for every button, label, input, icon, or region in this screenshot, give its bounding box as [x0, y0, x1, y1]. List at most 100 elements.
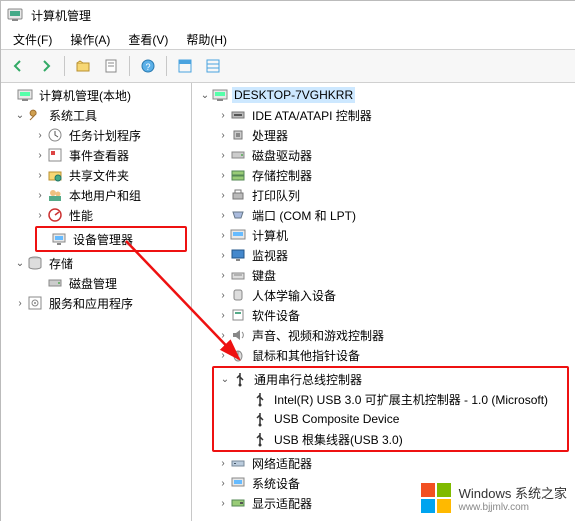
twisty-collapsed[interactable]: ›	[33, 210, 47, 221]
twisty-collapsed[interactable]: ›	[216, 458, 230, 469]
twisty-collapsed[interactable]: ›	[216, 250, 230, 261]
toolbar-separator	[166, 56, 167, 76]
task-scheduler-label: 任务计划程序	[67, 127, 143, 144]
cat-sound[interactable]: › 声音、视频和游戏控制器	[192, 325, 575, 345]
twisty-collapsed[interactable]: ›	[216, 498, 230, 509]
twisty-expanded[interactable]: ⌄	[13, 258, 27, 269]
device-manager-highlight: › 设备管理器	[35, 226, 187, 252]
clock-icon	[47, 127, 63, 143]
cat-print-queues[interactable]: › 打印队列	[192, 185, 575, 205]
right-tree[interactable]: ⌄ DESKTOP-7VGHKRR › IDE ATA/ATAPI 控制器 › …	[192, 83, 575, 521]
hid-icon	[230, 287, 246, 303]
wrench-icon	[27, 107, 43, 123]
twisty-collapsed[interactable]: ›	[216, 270, 230, 281]
cat-mice-label: 鼠标和其他指针设备	[250, 347, 362, 364]
usb-highlight: ⌄ 通用串行总线控制器 Intel(R) USB 3.0 可扩展主机控制器 - …	[212, 366, 569, 452]
disk-management[interactable]: › 磁盘管理	[1, 273, 191, 293]
cat-monitors[interactable]: › 监视器	[192, 245, 575, 265]
up-level-button[interactable]	[70, 54, 96, 78]
event-viewer[interactable]: › 事件查看器	[1, 145, 191, 165]
menu-help[interactable]: 帮助(H)	[178, 30, 235, 49]
device-manager[interactable]: › 设备管理器	[37, 229, 185, 249]
window-title: 计算机管理	[29, 7, 93, 24]
twisty-collapsed[interactable]: ›	[216, 310, 230, 321]
cat-usb[interactable]: ⌄ 通用串行总线控制器	[214, 369, 567, 389]
speaker-icon	[230, 327, 246, 343]
compmgmt-icon	[7, 7, 23, 23]
usb-intel[interactable]: Intel(R) USB 3.0 可扩展主机控制器 - 1.0 (Microso…	[214, 389, 567, 409]
system-tools[interactable]: ⌄ 系统工具	[1, 105, 191, 125]
cat-sys-dev[interactable]: › 系统设备	[192, 473, 575, 493]
nav-back-button[interactable]	[5, 54, 31, 78]
cat-software-dev[interactable]: › 软件设备	[192, 305, 575, 325]
computer-icon	[17, 87, 33, 103]
twisty-collapsed[interactable]: ›	[216, 170, 230, 181]
twisty-collapsed[interactable]: ›	[216, 110, 230, 121]
toolbar: ?	[1, 49, 575, 83]
twisty-collapsed[interactable]: ›	[216, 230, 230, 241]
toolbar-separator	[64, 56, 65, 76]
usb-composite-label: USB Composite Device	[272, 412, 401, 426]
help-button[interactable]: ?	[135, 54, 161, 78]
cat-software-dev-label: 软件设备	[250, 307, 302, 324]
cat-sound-label: 声音、视频和游戏控制器	[250, 327, 386, 344]
twisty-collapsed[interactable]: ›	[216, 330, 230, 341]
properties-button[interactable]	[98, 54, 124, 78]
services-apps-label: 服务和应用程序	[47, 295, 135, 312]
menu-view[interactable]: 查看(V)	[120, 30, 176, 49]
usb-root-hub[interactable]: USB 根集线器(USB 3.0)	[214, 429, 567, 449]
cat-ports[interactable]: › 端口 (COM 和 LPT)	[192, 205, 575, 225]
cat-cpu[interactable]: › 处理器	[192, 125, 575, 145]
task-scheduler[interactable]: › 任务计划程序	[1, 125, 191, 145]
cat-display[interactable]: › 显示适配器	[192, 493, 575, 513]
usb-composite[interactable]: USB Composite Device	[214, 409, 567, 429]
svg-text:?: ?	[145, 62, 150, 72]
shared-folders-label: 共享文件夹	[67, 167, 131, 184]
twisty-collapsed[interactable]: ›	[216, 210, 230, 221]
storage-label: 存储	[47, 255, 75, 272]
twisty-collapsed[interactable]: ›	[216, 478, 230, 489]
twisty-collapsed[interactable]: ›	[33, 170, 47, 181]
cat-sys-dev-label: 系统设备	[250, 475, 302, 492]
cat-hid[interactable]: › 人体学输入设备	[192, 285, 575, 305]
mouse-icon	[230, 347, 246, 363]
cat-keyboards[interactable]: › 键盘	[192, 265, 575, 285]
view-button-1[interactable]	[172, 54, 198, 78]
twisty-collapsed[interactable]: ›	[33, 190, 47, 201]
users-icon	[47, 187, 63, 203]
cat-storage-ctrl[interactable]: › 存储控制器	[192, 165, 575, 185]
twisty-collapsed[interactable]: ›	[216, 290, 230, 301]
menu-file[interactable]: 文件(F)	[5, 30, 60, 49]
cat-mice[interactable]: › 鼠标和其他指针设备	[192, 345, 575, 365]
devmgr-root[interactable]: ⌄ DESKTOP-7VGHKRR	[192, 85, 575, 105]
shared-folders[interactable]: › 共享文件夹	[1, 165, 191, 185]
local-users[interactable]: › 本地用户和组	[1, 185, 191, 205]
menu-action[interactable]: 操作(A)	[62, 30, 118, 49]
keyboard-icon	[230, 267, 246, 283]
storage[interactable]: ⌄ 存储	[1, 253, 191, 273]
twisty-collapsed[interactable]: ›	[216, 190, 230, 201]
twisty-collapsed[interactable]: ›	[216, 150, 230, 161]
twisty-expanded[interactable]: ⌄	[218, 374, 232, 385]
twisty-expanded[interactable]: ⌄	[13, 110, 27, 121]
performance[interactable]: › 性能	[1, 205, 191, 225]
disk-management-label: 磁盘管理	[67, 275, 119, 292]
toolbar-separator	[129, 56, 130, 76]
left-tree[interactable]: ▶ 计算机管理(本地) ⌄ 系统工具 › 任务计划程序 › 事件查看器 ›	[1, 83, 192, 521]
view-button-2[interactable]	[200, 54, 226, 78]
twisty-expanded[interactable]: ⌄	[198, 90, 212, 101]
cat-disk-drives[interactable]: › 磁盘驱动器	[192, 145, 575, 165]
twisty-collapsed[interactable]: ›	[13, 298, 27, 309]
twisty-collapsed[interactable]: ›	[216, 130, 230, 141]
devmgr-root-label: DESKTOP-7VGHKRR	[232, 87, 355, 103]
hdd-icon	[230, 147, 246, 163]
twisty-collapsed[interactable]: ›	[216, 350, 230, 361]
twisty-collapsed[interactable]: ›	[33, 130, 47, 141]
cat-computers[interactable]: › 计算机	[192, 225, 575, 245]
cat-net[interactable]: › 网络适配器	[192, 453, 575, 473]
nav-forward-button[interactable]	[33, 54, 59, 78]
cat-ide[interactable]: › IDE ATA/ATAPI 控制器	[192, 105, 575, 125]
services-apps[interactable]: › 服务和应用程序	[1, 293, 191, 313]
twisty-collapsed[interactable]: ›	[33, 150, 47, 161]
left-root[interactable]: ▶ 计算机管理(本地)	[1, 85, 191, 105]
